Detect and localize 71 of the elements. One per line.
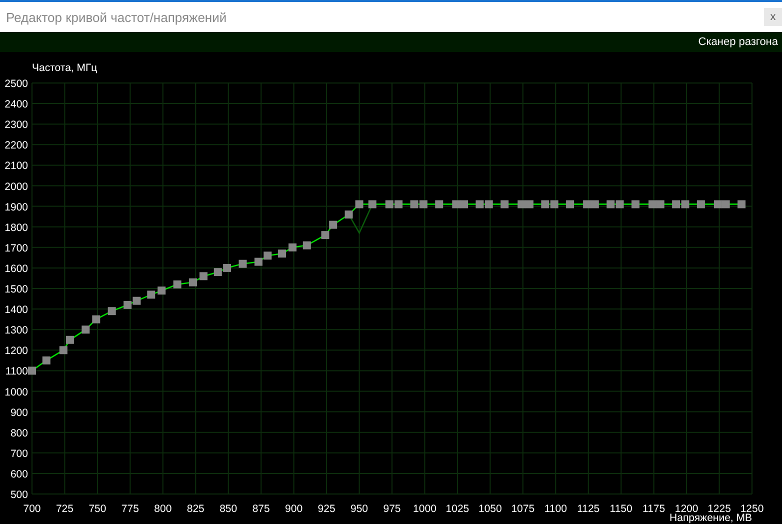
x-tick-label: 1100: [544, 503, 567, 515]
data-point[interactable]: [672, 200, 680, 208]
data-point[interactable]: [460, 200, 468, 208]
data-point[interactable]: [738, 200, 746, 208]
data-point[interactable]: [278, 250, 286, 258]
data-point[interactable]: [681, 200, 690, 208]
data-point[interactable]: [28, 366, 36, 375]
y-tick-label: 1400: [4, 304, 28, 316]
scanner-button[interactable]: Сканер разгона: [698, 36, 782, 48]
data-point[interactable]: [583, 200, 592, 208]
x-tick-label: 725: [56, 503, 74, 515]
x-tick-label: 1050: [478, 503, 502, 515]
x-tick-label: 1250: [740, 503, 764, 515]
y-tick-label: 1800: [4, 222, 28, 234]
x-tick-label: 800: [154, 503, 172, 515]
x-tick-label: 975: [383, 503, 401, 515]
y-tick-label: 2300: [4, 119, 28, 132]
data-point[interactable]: [452, 200, 460, 208]
x-tick-label: 700: [23, 503, 41, 515]
x-tick-label: 775: [121, 503, 139, 515]
y-tick-label: 1300: [4, 324, 28, 337]
x-tick-label: 1025: [446, 503, 470, 515]
data-point[interactable]: [435, 200, 444, 208]
y-tick-label: 2100: [4, 160, 28, 172]
data-point[interactable]: [648, 200, 656, 208]
window-title: Редактор кривой частот/напряжений: [5, 10, 227, 24]
x-tick-label: 750: [88, 503, 106, 515]
y-tick-label: 1900: [4, 201, 28, 214]
x-tick-label: 825: [186, 503, 204, 515]
y-tick-label: 600: [10, 468, 28, 480]
x-tick-label: 1000: [413, 503, 436, 515]
data-point[interactable]: [541, 200, 550, 208]
data-point[interactable]: [147, 290, 156, 299]
x-axis-label: Напряжение, МВ: [670, 512, 752, 524]
y-tick-label: 500: [10, 489, 28, 501]
x-tick-label: 1175: [642, 503, 666, 515]
close-button[interactable]: x: [764, 8, 782, 26]
y-tick-label: 1000: [4, 386, 28, 398]
x-tick-label: 1125: [577, 503, 600, 515]
x-tick-label: 1150: [610, 503, 632, 515]
y-tick-label: 700: [10, 448, 28, 460]
y-tick-label: 2500: [4, 78, 28, 90]
data-point[interactable]: [82, 326, 90, 334]
data-point[interactable]: [476, 200, 484, 208]
y-tick-label: 1700: [4, 242, 28, 254]
x-tick-label: 950: [350, 503, 368, 515]
x-tick-label: 1200: [674, 503, 698, 515]
y-tick-label: 2000: [4, 180, 28, 193]
data-point[interactable]: [500, 200, 509, 208]
data-point[interactable]: [264, 252, 272, 260]
data-point[interactable]: [566, 200, 574, 208]
x-tick-label: 900: [285, 503, 303, 515]
x-tick-label: 1225: [708, 503, 731, 515]
data-point[interactable]: [394, 200, 403, 208]
data-point[interactable]: [606, 200, 615, 208]
data-point[interactable]: [158, 286, 166, 295]
data-point[interactable]: [321, 231, 330, 240]
x-tick-label: 925: [318, 503, 336, 515]
y-tick-label: 1600: [4, 262, 28, 275]
y-tick-label: 1200: [4, 345, 28, 358]
y-tick-label: 1100: [5, 366, 28, 378]
data-point[interactable]: [518, 200, 526, 208]
y-tick-label: 900: [10, 406, 28, 419]
y-tick-label: 2200: [4, 140, 28, 152]
x-tick-label: 850: [220, 503, 238, 515]
x-tick-label: 875: [252, 503, 270, 515]
y-tick-label: 1500: [4, 284, 28, 296]
y-tick-label: 2400: [4, 98, 28, 111]
y-tick-label: 800: [10, 427, 28, 440]
y-axis-label: Частота, МГц: [32, 62, 98, 74]
x-tick-label: 1075: [511, 503, 535, 515]
